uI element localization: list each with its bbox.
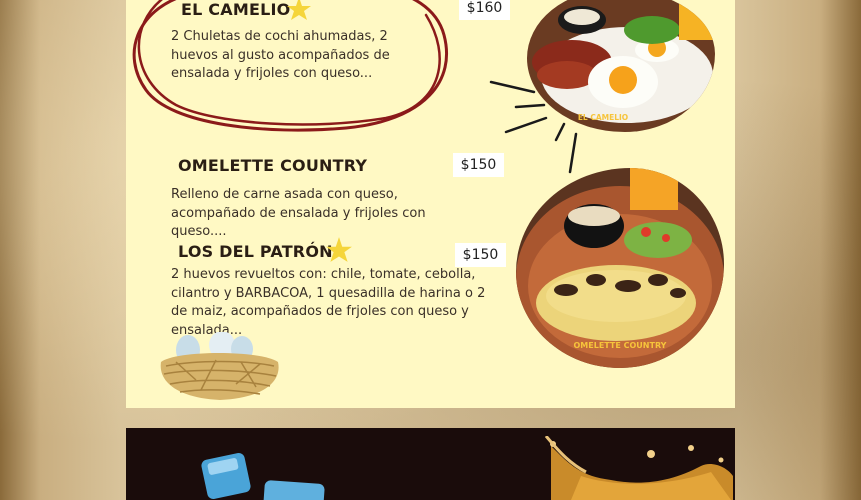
splash-illustration [544, 436, 733, 500]
egg-nest-illustration [160, 332, 279, 400]
item-title-el-camelio: EL CAMELIO [181, 0, 291, 19]
item-description-omelette-country: Relleno de carne asada con queso, acompa… [171, 187, 426, 239]
price-tag-el-camelio: $160 [459, 0, 510, 20]
dish-photo-omelette-country: OMELETTE COUNTRY [516, 168, 724, 368]
photo-label-omelette-country: OMELETTE COUNTRY [574, 341, 667, 350]
ice-cube-illustration [201, 452, 325, 500]
item-description-los-del-patron: 2 huevos revueltos con: chile, tomate, c… [171, 267, 486, 338]
item-title-omelette-country: OMELETTE COUNTRY [178, 156, 368, 175]
photo-omelette-country: OMELETTE COUNTRY [516, 168, 724, 368]
price-tag-los-del-patron: $150 [455, 243, 506, 267]
menu-panel: EL CAMELIO $160 2 Chuletas de cochi ahum… [126, 0, 735, 408]
star-icon [326, 237, 352, 262]
item-title-los-del-patron: LOS DEL PATRÓN [178, 242, 333, 261]
photo-label-el-camelio: EL CAMELIO [578, 113, 628, 122]
item-description-el-camelio: 2 Chuletas de cochi ahumadas, 2 huevos a… [171, 29, 390, 81]
drinks-section-banner [126, 428, 735, 500]
star-icon [287, 0, 311, 20]
